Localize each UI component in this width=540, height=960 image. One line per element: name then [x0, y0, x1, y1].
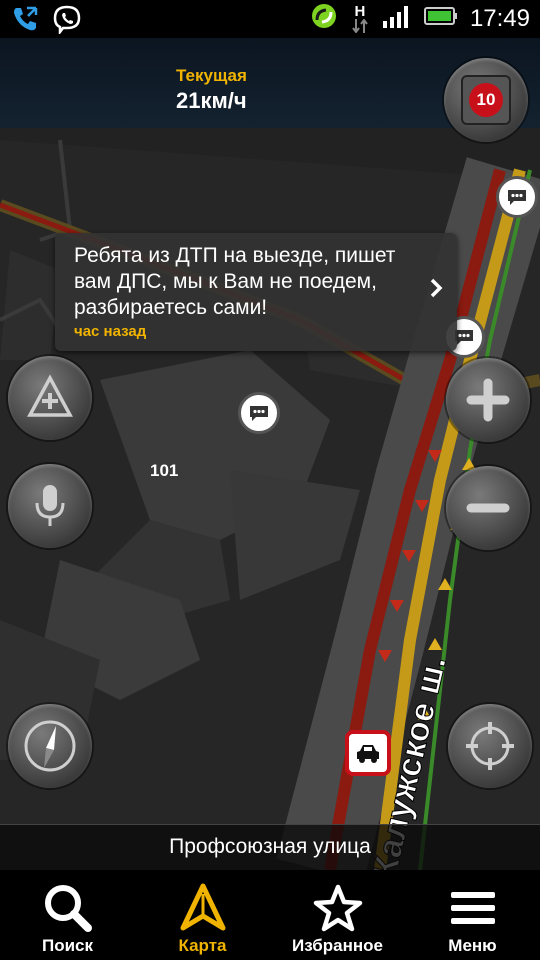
clock: 17:49 — [469, 4, 530, 32]
current-speed-value: 21км/ч — [176, 88, 247, 113]
map-icon — [180, 883, 225, 931]
nav-favorites[interactable]: Избранное — [270, 870, 405, 960]
status-bar: H 17:49 — [0, 0, 540, 38]
menu-icon — [450, 892, 495, 924]
plus-icon — [466, 378, 510, 422]
current-street-banner: Профсоюзная улица — [0, 824, 540, 871]
chat-bubble-icon — [508, 190, 526, 205]
phone-call-icon — [10, 4, 40, 39]
chat-pin-road-top[interactable] — [496, 176, 538, 218]
star-icon — [313, 884, 362, 932]
nav-search-label: Поиск — [41, 936, 94, 955]
nav-map[interactable]: Карта — [135, 870, 270, 960]
sync-icon — [310, 2, 338, 35]
event-message-time: час назад — [74, 323, 147, 340]
bottom-navigation: Поиск Карта Избранное Меню — [0, 870, 540, 960]
chevron-right-icon — [430, 278, 443, 298]
nav-favorites-label: Избранное — [292, 936, 383, 955]
zoom-out-button[interactable] — [446, 466, 530, 550]
network-letter: H — [354, 3, 366, 20]
nav-map-label: Карта — [178, 936, 227, 955]
chat-bubble-icon — [250, 406, 268, 421]
signal-strength-icon — [382, 3, 412, 34]
compass-icon — [24, 720, 76, 772]
viber-icon — [52, 4, 82, 39]
compass-button[interactable] — [8, 704, 92, 788]
microphone-icon — [35, 485, 65, 526]
add-event-warning-icon — [27, 374, 73, 417]
voice-search-button[interactable] — [8, 464, 92, 548]
car-position-marker — [345, 730, 391, 776]
minus-icon — [466, 503, 510, 513]
speed-camera-value: 10 — [476, 90, 496, 109]
nav-menu[interactable]: Меню — [405, 870, 540, 960]
network-type-icon: H — [350, 4, 370, 33]
chat-pin-map[interactable] — [238, 392, 280, 434]
event-message-text: Ребята из ДТП на выезде, пишет вам ДПС, … — [74, 244, 396, 319]
my-location-button[interactable] — [448, 704, 532, 788]
crosshair-icon — [466, 722, 514, 770]
nav-menu-label: Меню — [448, 936, 497, 955]
current-speed-label: Текущая — [176, 66, 247, 85]
event-message-bubble[interactable]: Ребята из ДТП на выезде, пишет вам ДПС, … — [55, 233, 457, 351]
speed-camera-button[interactable]: 10 — [444, 58, 528, 142]
current-street-name: Профсоюзная улица — [169, 835, 371, 858]
house-number-label: 101 — [150, 461, 179, 480]
speed-camera-icon: 10 — [461, 75, 511, 125]
battery-icon — [423, 5, 458, 32]
add-road-event-button[interactable] — [8, 356, 92, 440]
zoom-in-button[interactable] — [446, 358, 530, 442]
search-icon — [44, 885, 92, 932]
car-icon — [357, 745, 379, 763]
nav-search[interactable]: Поиск — [0, 870, 135, 960]
